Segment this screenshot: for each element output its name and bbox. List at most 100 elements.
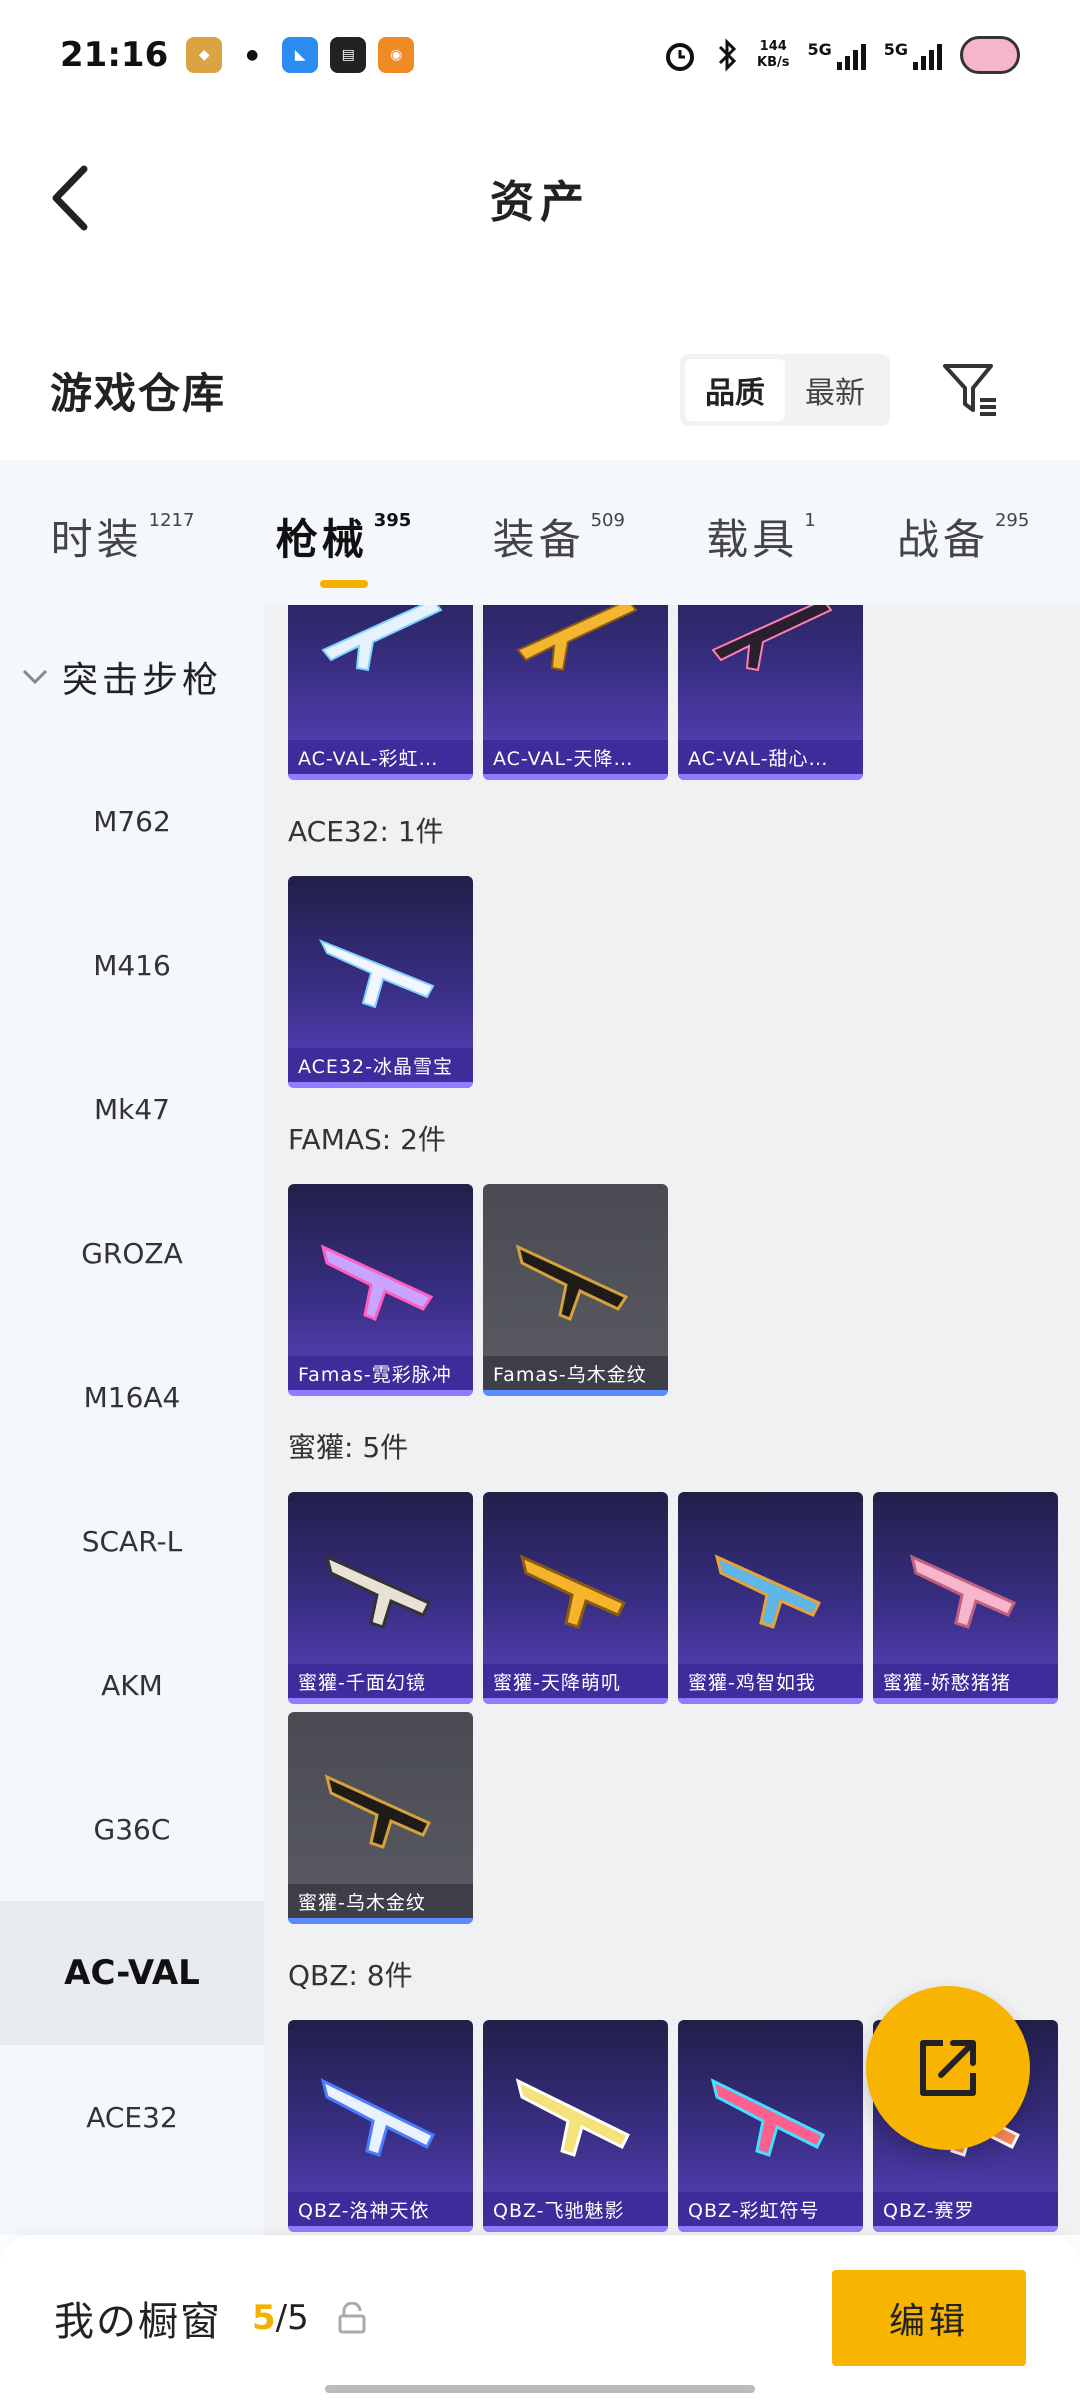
sidebar-group-assault-rifles[interactable]: 突击步枪 xyxy=(0,605,264,749)
share-button[interactable] xyxy=(866,1986,1030,2150)
filter-icon xyxy=(943,364,996,416)
app-orange-icon: ◉ xyxy=(378,37,415,73)
acval-row: AC-VAL-彩虹… AC-VAL-天降… AC-VAL-甜心… xyxy=(264,605,1080,780)
skin-name: AC-VAL-彩虹… xyxy=(288,740,473,774)
page-title: 资产 xyxy=(490,176,590,228)
sort-quality[interactable]: 品质 xyxy=(685,359,785,421)
weapon-sidebar: 突击步枪 M762 M416 Mk47 GROZA M16A4 SCAR-L A… xyxy=(0,605,264,2235)
signal-1-icon: 5G xyxy=(807,40,866,70)
skin-name: QBZ-赛罗 xyxy=(873,2192,1058,2226)
honey-badger-row-1: 蜜獾-千面幻镜 蜜獾-天降萌叽 蜜獾-鸡智如我 蜜獾-娇憨猪猪 xyxy=(264,1492,1080,1704)
rifle-icon xyxy=(320,2078,436,2157)
tab-guns[interactable]: 枪械 395 xyxy=(276,498,411,588)
status-time: 21:16 xyxy=(60,35,169,75)
sidebar-item-groza[interactable]: GROZA xyxy=(0,1181,264,1325)
back-arrow-icon xyxy=(52,165,88,230)
game-app-icon: ◆ xyxy=(186,37,223,73)
skin-card[interactable]: 蜜獾-千面幻镜 xyxy=(288,1492,473,1704)
rifle-icon xyxy=(324,1774,432,1849)
section-title-famas: FAMAS: 2件 xyxy=(288,1123,446,1156)
skin-name: ACE32-冰晶雪宝 xyxy=(288,1048,473,1082)
rifle-icon xyxy=(318,939,435,1009)
net-speed: 144 KB/s xyxy=(757,39,790,70)
tab-vehicles[interactable]: 载具 1 xyxy=(706,498,815,568)
famas-row: Famas-霓彩脉冲 Famas-乌木金纹 xyxy=(264,1184,1080,1396)
rifle-icon xyxy=(515,2078,631,2157)
rifle-icon xyxy=(909,1554,1017,1629)
rifle-icon xyxy=(321,605,443,672)
honey-badger-row-2: 蜜獾-乌木金纹 xyxy=(264,1712,1080,1924)
warehouse-title: 游戏仓库 xyxy=(50,368,227,418)
app-blue-icon: ◣ xyxy=(282,37,319,73)
rifle-icon xyxy=(320,1244,434,1321)
tab-fashion[interactable]: 时装 1217 xyxy=(51,498,195,568)
rifle-icon xyxy=(516,605,638,672)
rifle-icon xyxy=(515,1244,629,1321)
signal-2-icon: 5G xyxy=(884,40,942,70)
skin-card[interactable]: 蜜獾-天降萌叽 xyxy=(483,1492,668,1704)
skin-name: AC-VAL-甜心… xyxy=(678,740,863,774)
sidebar-item-mk47[interactable]: Mk47 xyxy=(0,1037,264,1181)
skin-name: 蜜獾-天降萌叽 xyxy=(483,1664,668,1698)
alarm-icon xyxy=(666,43,694,71)
skin-name: Famas-乌木金纹 xyxy=(483,1356,668,1390)
sidebar-item-ac-val[interactable]: AC-VAL xyxy=(0,1901,264,2045)
skin-card[interactable]: 蜜獾-鸡智如我 xyxy=(678,1492,863,1704)
lock-icon xyxy=(338,2301,366,2333)
skin-card[interactable]: AC-VAL-甜心… xyxy=(678,605,863,780)
home-indicator[interactable] xyxy=(325,2385,755,2393)
filter-button[interactable] xyxy=(930,350,1010,430)
category-tabs: 时装 1217 枪械 395 装备 509 载具 1 战备 295 xyxy=(0,460,1080,605)
tab-equipment[interactable]: 装备 509 xyxy=(493,498,625,568)
skin-name: Famas-霓彩脉冲 xyxy=(288,1356,473,1390)
sidebar-item-akm[interactable]: AKM xyxy=(0,1613,264,1757)
skin-card[interactable]: ACE32-冰晶雪宝 xyxy=(288,876,473,1088)
skin-card[interactable]: QBZ-飞驰魅影 xyxy=(483,2020,668,2232)
sort-newest[interactable]: 最新 xyxy=(785,359,885,421)
skin-name: 蜜獾-乌木金纹 xyxy=(288,1884,473,1918)
sidebar-item-scar-l[interactable]: SCAR-L xyxy=(0,1469,264,1613)
skin-name: 蜜獾-娇憨猪猪 xyxy=(873,1664,1058,1698)
qq-icon: ● xyxy=(234,37,271,73)
rifle-icon xyxy=(711,605,833,672)
notification-icons: ◆ ● ◣ ▤ ◉ xyxy=(186,37,415,73)
skin-name: AC-VAL-天降… xyxy=(483,740,668,774)
skin-card[interactable]: Famas-霓彩脉冲 xyxy=(288,1184,473,1396)
sidebar-item-ace32[interactable]: ACE32 xyxy=(0,2045,264,2189)
rifle-icon xyxy=(519,1554,627,1629)
section-title-ace32: ACE32: 1件 xyxy=(288,815,444,848)
sidebar-item-m16a4[interactable]: M16A4 xyxy=(0,1325,264,1469)
bluetooth-icon xyxy=(718,38,737,72)
warehouse-row: 游戏仓库 品质 最新 xyxy=(0,320,1080,460)
skin-card[interactable]: Famas-乌木金纹 xyxy=(483,1184,668,1396)
skin-name: QBZ-彩虹符号 xyxy=(678,2192,863,2226)
skin-card[interactable]: 蜜獾-乌木金纹 xyxy=(288,1712,473,1924)
back-button[interactable] xyxy=(40,158,100,238)
page-header: 资产 xyxy=(0,110,1080,285)
skin-card[interactable]: AC-VAL-彩虹… xyxy=(288,605,473,780)
ace32-row: ACE32-冰晶雪宝 xyxy=(264,876,1080,1088)
skin-name: QBZ-飞驰魅影 xyxy=(483,2192,668,2226)
tab-active-indicator xyxy=(319,579,368,588)
status-bar: 21:16 ◆ ● ◣ ▤ ◉ 144 KB/s 5G 5G xyxy=(0,0,1080,110)
skin-name: QBZ-洛神天依 xyxy=(288,2192,473,2226)
sidebar-item-g36c[interactable]: G36C xyxy=(0,1757,264,1901)
section-title-honey-badger: 蜜獾: 5件 xyxy=(288,1431,409,1464)
skin-card[interactable]: QBZ-洛神天依 xyxy=(288,2020,473,2232)
showcase-bar: 我の橱窗 5/5 编辑 xyxy=(0,2235,1080,2400)
sidebar-item-m762[interactable]: M762 xyxy=(0,749,264,893)
app-dark-icon: ▤ xyxy=(330,37,367,73)
showcase-count: 5/5 xyxy=(252,2297,309,2338)
tab-supplies[interactable]: 战备 295 xyxy=(897,498,1029,568)
showcase-label: 我の橱窗 xyxy=(54,2298,222,2345)
skin-name: 蜜獾-鸡智如我 xyxy=(678,1664,863,1698)
skin-name: 蜜獾-千面幻镜 xyxy=(288,1664,473,1698)
battery-cloud-icon xyxy=(960,36,1020,74)
edit-button[interactable]: 编辑 xyxy=(832,2269,1026,2366)
skin-card[interactable]: QBZ-彩虹符号 xyxy=(678,2020,863,2232)
chevron-down-icon xyxy=(20,662,50,692)
skin-card[interactable]: 蜜獾-娇憨猪猪 xyxy=(873,1492,1058,1704)
sidebar-item-m416[interactable]: M416 xyxy=(0,893,264,1037)
skin-card[interactable]: AC-VAL-天降… xyxy=(483,605,668,780)
rifle-icon xyxy=(714,1554,822,1629)
